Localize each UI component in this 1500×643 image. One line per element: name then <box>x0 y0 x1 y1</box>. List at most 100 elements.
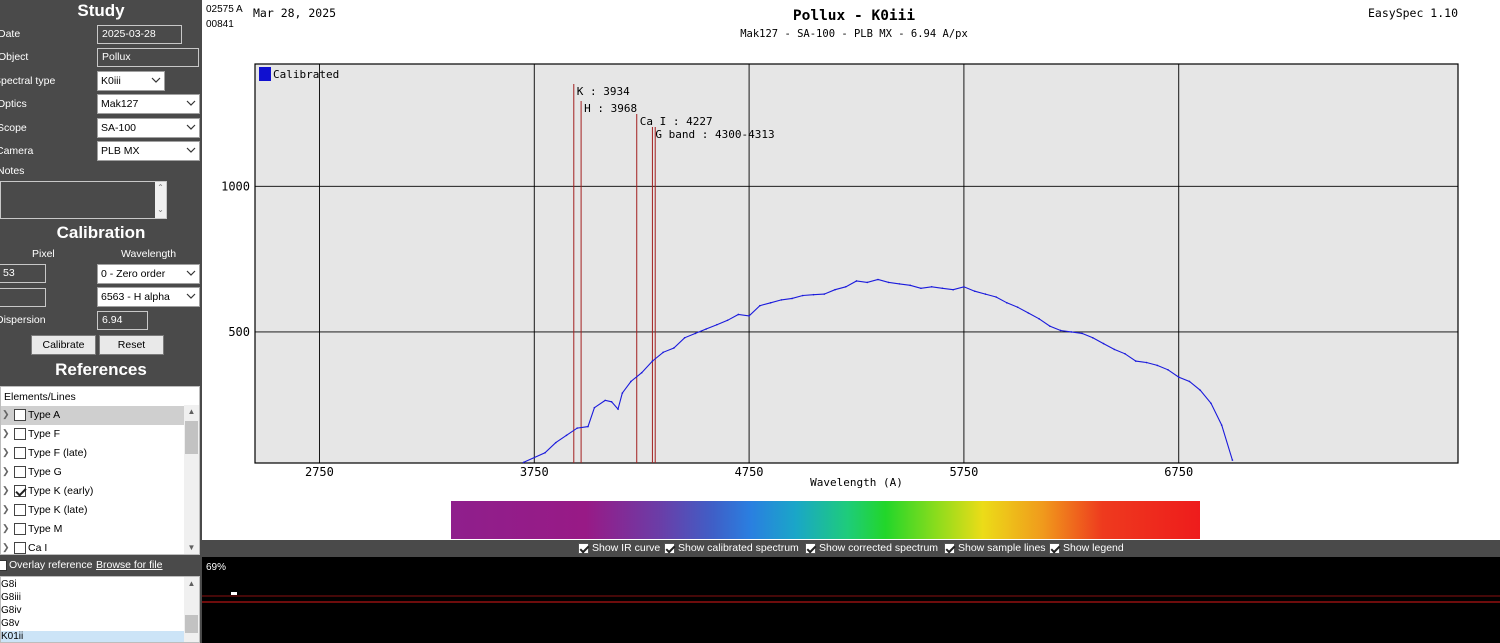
notes-textarea[interactable]: ⌃ ⌄ <box>0 181 167 219</box>
data-point <box>705 328 707 330</box>
data-point <box>887 281 890 284</box>
wavelength-header: Wavelength <box>121 248 177 260</box>
spectrum-plot-area: 02575 A 00841 Mar 28, 2025 EasySpec 1.10… <box>202 0 1500 540</box>
option-checkbox[interactable] <box>805 543 816 554</box>
chevron-right-icon[interactable]: ❯ <box>2 466 10 477</box>
tree-item[interactable]: ❯ Type G <box>1 463 185 482</box>
chevron-right-icon[interactable]: ❯ <box>2 428 10 439</box>
data-point <box>898 283 901 285</box>
reference-spectra-scrollbar[interactable]: ▲ <box>184 577 199 642</box>
data-point <box>683 336 686 339</box>
tree-item[interactable]: ❯ Type K (early) <box>1 482 185 501</box>
reference-spectra-list[interactable]: G8i G8iii G8iv G8v K01ii ▲ <box>0 576 200 643</box>
tree-item-checkbox[interactable] <box>14 485 26 497</box>
chevron-right-icon[interactable]: ❯ <box>2 409 10 420</box>
option-checkbox[interactable] <box>944 543 955 554</box>
data-point <box>554 441 557 444</box>
x-tick-label: 4750 <box>735 465 764 479</box>
spectrum-list-item[interactable]: G8iii <box>1 592 21 604</box>
wavelength1-select[interactable]: 0 - Zero order <box>97 264 200 284</box>
browse-for-file-link[interactable]: Browse for file <box>96 559 163 571</box>
overlay-reference-label: Overlay reference <box>9 559 93 571</box>
tree-item-checkbox[interactable] <box>14 428 26 440</box>
date-field[interactable]: 2025-03-28 <box>97 25 182 44</box>
references-scrollbar[interactable]: ▲ ▼ <box>184 405 199 554</box>
option-checkbox[interactable] <box>664 543 675 554</box>
option-label: Show IR curve <box>592 542 661 554</box>
data-point <box>640 371 643 374</box>
data-point <box>1070 331 1073 333</box>
scroll-up-icon[interactable]: ▲ <box>184 577 199 591</box>
camera-preview[interactable]: 69% <box>202 557 1500 643</box>
spectrum-list-item[interactable]: G8v <box>1 618 19 630</box>
option-checkbox[interactable] <box>1049 543 1060 554</box>
overlay-reference-checkbox[interactable] <box>0 560 7 571</box>
tree-item-checkbox[interactable] <box>14 523 26 535</box>
chevron-right-icon[interactable]: ❯ <box>2 504 10 515</box>
scroll-up-icon[interactable]: ▲ <box>184 405 199 419</box>
dispersion-field[interactable]: 6.94 <box>97 311 148 330</box>
camera-select[interactable]: PLB MX <box>97 141 200 161</box>
data-point <box>920 287 922 290</box>
wavelength2-select[interactable]: 6563 - H alpha <box>97 287 200 307</box>
data-point <box>973 290 976 292</box>
spectral-type-value: K0iii <box>101 75 121 87</box>
notes-scrollbar[interactable]: ⌃ ⌄ <box>155 182 166 218</box>
chevron-right-icon[interactable]: ❯ <box>2 523 10 534</box>
tree-item[interactable]: ❯ Type M <box>1 520 185 539</box>
reset-button[interactable]: Reset <box>99 335 164 355</box>
pixel2-field[interactable] <box>0 288 46 307</box>
tree-item-checkbox[interactable] <box>14 447 26 459</box>
tree-item-checkbox[interactable] <box>14 542 26 554</box>
chevron-right-icon[interactable]: ❯ <box>2 485 10 496</box>
spectrum-chart: Pollux - K0iii Mak127 - SA-100 - PLB MX -… <box>221 8 1459 489</box>
data-point <box>1092 336 1094 339</box>
scroll-down-icon[interactable] <box>184 632 199 642</box>
spectrum-list-item[interactable]: G8iv <box>1 605 22 617</box>
data-point <box>855 280 858 282</box>
data-point <box>1134 360 1137 362</box>
references-tree-header: Elements/Lines <box>4 391 76 403</box>
tree-item-checkbox[interactable] <box>14 504 26 516</box>
tree-item[interactable]: ❯ Type A <box>1 406 185 425</box>
data-point <box>576 427 579 429</box>
zero-order-spot <box>231 592 237 595</box>
camera-label: Camera <box>0 145 34 157</box>
x-tick-label: 6750 <box>1164 465 1193 479</box>
optics-select[interactable]: Mak127 <box>97 94 200 114</box>
scrollbar-thumb[interactable] <box>185 421 198 454</box>
tree-item-checkbox[interactable] <box>14 409 26 421</box>
pixel1-field[interactable]: 53 <box>0 264 46 283</box>
tree-item[interactable]: ❯ Type F <box>1 425 185 444</box>
spectrum-list-item[interactable]: K01ii <box>1 631 185 642</box>
calibrate-button[interactable]: Calibrate <box>31 335 96 355</box>
tree-item-label: Type G <box>28 466 62 478</box>
tree-item-label: Type K (early) <box>28 485 94 497</box>
tree-item-checkbox[interactable] <box>14 466 26 478</box>
chevron-right-icon[interactable]: ❯ <box>2 447 10 458</box>
scroll-up-icon[interactable]: ⌃ <box>155 182 166 194</box>
option-label: Show legend <box>1063 542 1124 554</box>
data-point <box>834 288 836 291</box>
scroll-down-icon[interactable]: ▼ <box>184 541 199 554</box>
tree-item[interactable]: ❯ Type F (late) <box>1 444 185 463</box>
data-point <box>941 287 944 290</box>
chevron-right-icon[interactable]: ❯ <box>2 542 10 553</box>
scroll-down-icon[interactable]: ⌄ <box>155 204 166 216</box>
option-label: Show calibrated spectrum <box>678 542 799 554</box>
tree-item-label: Ca I <box>28 542 48 554</box>
data-point <box>604 399 606 402</box>
tree-item-label: Type K (late) <box>28 504 88 516</box>
object-field[interactable]: Pollux <box>97 48 199 67</box>
spectrum-list-item[interactable]: G8i <box>1 579 17 591</box>
tree-item[interactable]: ❯ Ca I <box>1 539 185 554</box>
scope-select[interactable]: SA-100 <box>97 118 200 138</box>
scrollbar-thumb[interactable] <box>185 615 198 633</box>
data-point <box>1027 312 1030 314</box>
spectral-type-select[interactable]: K0iii <box>97 71 165 91</box>
option-checkbox[interactable] <box>578 543 589 554</box>
chart-title: Pollux - K0iii <box>793 8 915 24</box>
x-tick-label: 2750 <box>305 465 334 479</box>
tree-item[interactable]: ❯ Type K (late) <box>1 501 185 520</box>
references-tree[interactable]: Elements/Lines ❯ Type A ❯ Type F ❯ Type F (la… <box>0 386 200 555</box>
